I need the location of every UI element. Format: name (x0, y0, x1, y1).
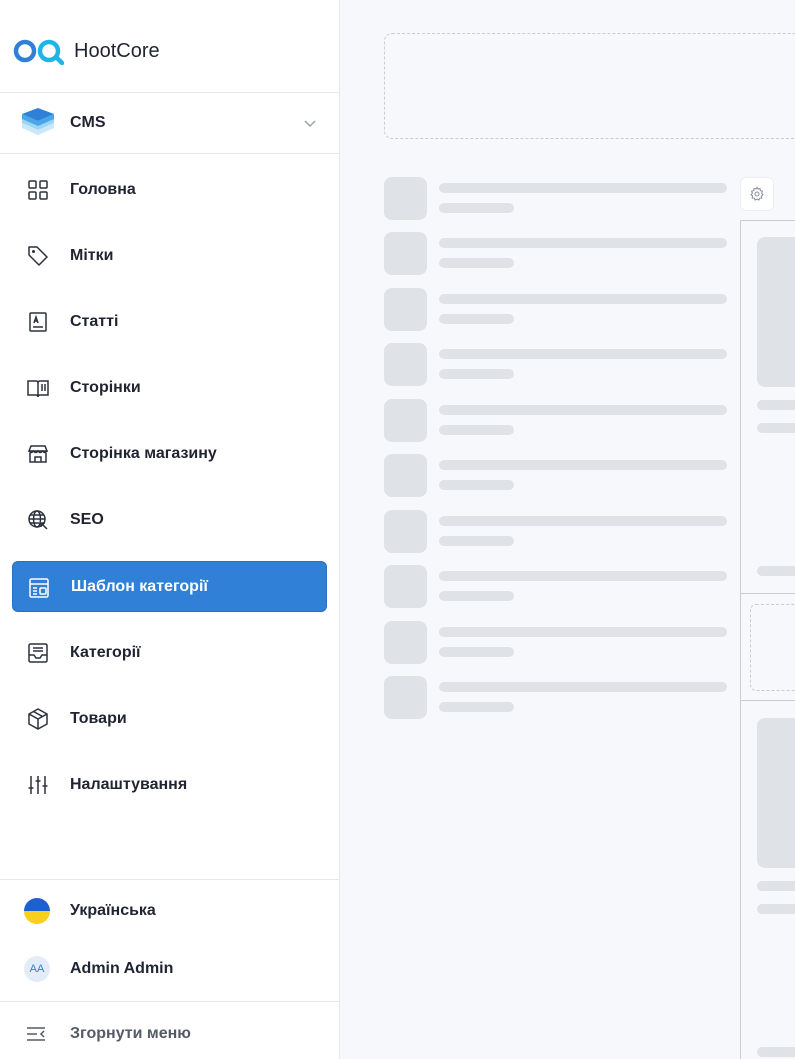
nav-item-products[interactable]: Товари (12, 693, 327, 744)
inbox-icon (28, 643, 48, 663)
nav-item-label: Категорії (70, 643, 141, 661)
store-icon (27, 445, 49, 463)
nav-item-label: Мітки (70, 246, 114, 264)
collapse-menu-label: Згорнути меню (70, 1025, 191, 1042)
skeleton-row (384, 565, 727, 608)
skeleton-row (384, 510, 727, 553)
sliders-icon (28, 776, 48, 794)
nav-item-tags[interactable]: Мітки (12, 230, 327, 281)
language-switcher[interactable]: Українська (24, 896, 156, 926)
sidebar-divider (0, 1001, 340, 1002)
skeleton-row (384, 343, 727, 386)
hootcore-logo-icon (13, 39, 64, 65)
layers-icon (22, 108, 54, 135)
sidebar: HootCore CMS Головна Мітки Статті Сторін… (0, 0, 340, 1059)
nav-item-store-page[interactable]: Сторінка магазину (12, 428, 327, 479)
language-label: Українська (70, 902, 156, 919)
brand-name: HootCore (74, 39, 160, 62)
skeleton-row (384, 676, 727, 719)
nav-item-seo[interactable]: SEO (12, 494, 327, 545)
box-icon (28, 708, 48, 730)
nav-item-settings[interactable]: Налаштування (12, 759, 327, 810)
book-icon (27, 380, 49, 398)
settings-button[interactable] (740, 177, 774, 211)
grid-icon (28, 180, 48, 200)
user-menu[interactable]: AA Admin Admin (24, 954, 173, 984)
ukraine-flag-icon (24, 898, 50, 924)
nav-item-pages[interactable]: Сторінки (12, 362, 327, 413)
skeleton-row (384, 399, 727, 442)
chevron-down-icon (304, 120, 316, 128)
skeleton-row (384, 232, 727, 275)
nav-item-label: Сторінка магазину (70, 444, 217, 462)
gear-icon (750, 186, 764, 201)
nav-item-label: Товари (70, 709, 127, 727)
skeleton-row (384, 288, 727, 331)
nav-item-label: SEO (70, 510, 104, 528)
avatar: AA (24, 956, 50, 982)
collapse-menu-button[interactable]: Згорнути меню (24, 1019, 191, 1049)
sidebar-divider (0, 879, 340, 880)
nav-item-label: Сторінки (70, 378, 141, 396)
nav-item-label: Налаштування (70, 775, 188, 793)
nav-item-label: Головна (70, 180, 136, 198)
nav-item-label: Шаблон категорії (71, 577, 208, 595)
nav-item-articles[interactable]: Статті (12, 296, 327, 347)
skeleton-row (384, 177, 727, 220)
nav-item-categories[interactable]: Категорії (12, 627, 327, 678)
preview-panel (740, 220, 795, 1059)
collapse-menu-icon (27, 1027, 45, 1041)
dropzone-placeholder (384, 33, 795, 139)
workspace-switcher[interactable]: CMS (0, 92, 340, 154)
brand-logo[interactable]: HootCore (12, 36, 160, 66)
nav-item-category-template[interactable]: Шаблон категорії (12, 561, 327, 612)
workspace-label: CMS (70, 114, 106, 131)
user-name: Admin Admin (70, 960, 174, 977)
nav-item-home[interactable]: Головна (12, 164, 327, 215)
skeleton-row (384, 454, 727, 497)
nav-item-label: Статті (70, 312, 119, 330)
template-icon (29, 578, 49, 598)
skeleton-row (384, 621, 727, 664)
globe-icon (28, 510, 48, 530)
article-icon (29, 312, 47, 332)
tag-icon (28, 246, 48, 266)
